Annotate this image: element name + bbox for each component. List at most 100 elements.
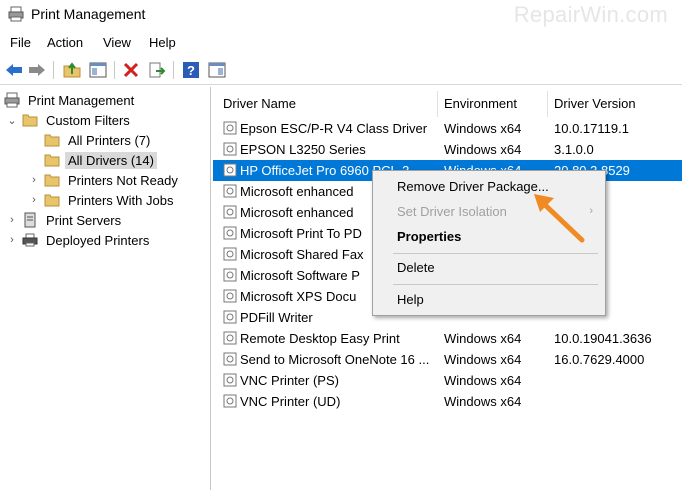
filter-folder-icon — [44, 154, 60, 167]
driver-name-cell: Microsoft Print To PD — [240, 226, 362, 241]
menu-view[interactable]: View — [103, 35, 131, 50]
print-management-icon — [8, 6, 24, 22]
driver-icon — [223, 289, 237, 303]
driver-name-cell: Microsoft XPS Docu — [240, 289, 357, 304]
tree-item-label: All Printers (7) — [68, 132, 151, 148]
environment-cell: Windows x64 — [444, 373, 522, 388]
menu-file[interactable]: File — [10, 35, 31, 50]
table-row[interactable]: VNC Printer (UD) Windows x64 — [213, 391, 682, 412]
menu-item-help[interactable]: Help — [397, 292, 424, 307]
svg-text:?: ? — [187, 63, 195, 78]
driver-name-cell: Microsoft enhanced — [240, 205, 354, 220]
printer-icon — [22, 233, 38, 247]
filter-folder-icon — [44, 174, 60, 187]
tree-item-all-drivers[interactable]: All Drivers (14) — [44, 150, 157, 170]
chevron-down-icon[interactable]: ⌄ — [6, 114, 18, 127]
column-header-driver-name[interactable]: Driver Name — [223, 96, 296, 111]
driver-icon — [223, 310, 237, 324]
navigation-tree: Print Management ⌄ Custom Filters All Pr… — [0, 87, 211, 490]
forward-button[interactable] — [27, 60, 47, 80]
driver-icon — [223, 205, 237, 219]
menu-item-properties[interactable]: Properties — [397, 229, 461, 244]
tree-item-printers-not-ready[interactable]: › Printers Not Ready — [28, 170, 181, 190]
help-icon: ? — [183, 62, 199, 78]
tree-item-label: Print Servers — [46, 212, 122, 228]
back-icon — [6, 64, 22, 76]
driver-icon — [223, 373, 237, 387]
print-management-icon — [4, 92, 20, 108]
up-folder-icon — [63, 62, 81, 78]
export-icon — [149, 62, 166, 78]
filter-folder-icon — [44, 194, 60, 207]
driver-name-cell: EPSON L3250 Series — [240, 142, 366, 157]
tree-item-label: Custom Filters — [46, 112, 130, 128]
watermark: RepairWin.com — [513, 2, 668, 27]
filter-folder-icon — [44, 134, 60, 147]
menu-action[interactable]: Action — [47, 35, 83, 50]
driver-name-cell: PDFill Writer — [240, 310, 313, 325]
show-hide-tree-button[interactable] — [88, 60, 108, 80]
menu-bar: File Action View Help — [0, 32, 682, 54]
table-row[interactable]: Remote Desktop Easy Print Windows x64 10.0… — [213, 328, 682, 349]
tree-item-deployed-printers[interactable]: › Deployed Printers — [6, 230, 152, 250]
menu-help[interactable]: Help — [149, 35, 176, 50]
table-row[interactable]: Epson ESC/P-R V4 Class Driver Windows x64… — [213, 118, 682, 139]
driver-icon — [223, 268, 237, 282]
chevron-right-icon[interactable]: › — [28, 194, 40, 206]
column-header-driver-version[interactable]: Driver Version — [554, 96, 636, 111]
chevron-right-icon[interactable]: › — [28, 174, 40, 186]
tree-item-label: Printers Not Ready — [68, 172, 178, 188]
driver-name-cell: Microsoft enhanced — [240, 184, 354, 199]
chevron-right-icon[interactable]: › — [6, 214, 18, 226]
tree-item-printers-with-jobs[interactable]: › Printers With Jobs — [28, 190, 176, 210]
driver-icon — [223, 247, 237, 261]
environment-cell: Windows x64 — [444, 352, 522, 367]
driver-icon — [223, 163, 237, 177]
driver-icon — [223, 142, 237, 156]
driver-name-cell: Remote Desktop Easy Print — [240, 331, 400, 346]
environment-cell: Windows x64 — [444, 394, 522, 409]
delete-button[interactable] — [121, 60, 141, 80]
up-folder-button[interactable] — [62, 60, 82, 80]
environment-cell: Windows x64 — [444, 331, 522, 346]
table-row[interactable]: VNC Printer (PS) Windows x64 — [213, 370, 682, 391]
tree-item-label: Deployed Printers — [46, 232, 150, 248]
table-row[interactable]: EPSON L3250 Series Windows x64 3.1.0.0 — [213, 139, 682, 160]
delete-icon — [123, 62, 139, 78]
list-header: Driver Name Environment Driver Version — [213, 87, 682, 117]
help-button[interactable]: ? — [181, 60, 201, 80]
driver-icon — [223, 394, 237, 408]
server-icon — [24, 212, 36, 228]
annotation-arrow-icon — [534, 194, 585, 243]
driver-version-cell: 10.0.19041.3636 — [554, 331, 652, 346]
show-hide-tree-icon — [89, 62, 107, 78]
driver-version-cell: 3.1.0.0 — [554, 142, 594, 157]
back-button[interactable] — [4, 60, 24, 80]
driver-version-cell: 16.0.7629.4000 — [554, 352, 645, 367]
tree-item-print-management[interactable]: Print Management — [4, 90, 137, 110]
table-row[interactable]: Send to Microsoft OneNote 16 ... Windows … — [213, 349, 682, 370]
action-pane-button[interactable] — [207, 60, 227, 80]
driver-name-cell: Microsoft Software P — [240, 268, 360, 283]
column-header-environment[interactable]: Environment — [444, 96, 517, 111]
menu-item-set-driver-isolation: Set Driver Isolation — [397, 204, 507, 219]
tree-item-label: Print Management — [28, 92, 135, 108]
driver-name-cell: Send to Microsoft OneNote 16 ... — [240, 352, 430, 367]
driver-name-cell: Epson ESC/P-R V4 Class Driver — [240, 121, 428, 136]
driver-name-cell: VNC Printer (UD) — [240, 394, 341, 409]
driver-icon — [223, 121, 237, 135]
title-bar: Print Management RepairWin.com — [0, 0, 682, 30]
menu-item-remove-driver-package[interactable]: Remove Driver Package... — [397, 179, 549, 194]
menu-item-delete[interactable]: Delete — [397, 260, 435, 275]
tree-item-label: Printers With Jobs — [68, 192, 174, 208]
tree-item-custom-filters[interactable]: ⌄ Custom Filters — [6, 110, 133, 130]
driver-name-cell: VNC Printer (PS) — [240, 373, 339, 388]
tree-item-all-printers[interactable]: All Printers (7) — [44, 130, 153, 150]
driver-icon — [223, 184, 237, 198]
environment-cell: Windows x64 — [444, 142, 522, 157]
driver-version-cell: 10.0.17119.1 — [554, 121, 629, 136]
chevron-right-icon[interactable]: › — [6, 234, 18, 246]
export-button[interactable] — [147, 60, 167, 80]
tree-item-print-servers[interactable]: › Print Servers — [6, 210, 124, 230]
tree-item-label: All Drivers (14) — [65, 151, 157, 169]
